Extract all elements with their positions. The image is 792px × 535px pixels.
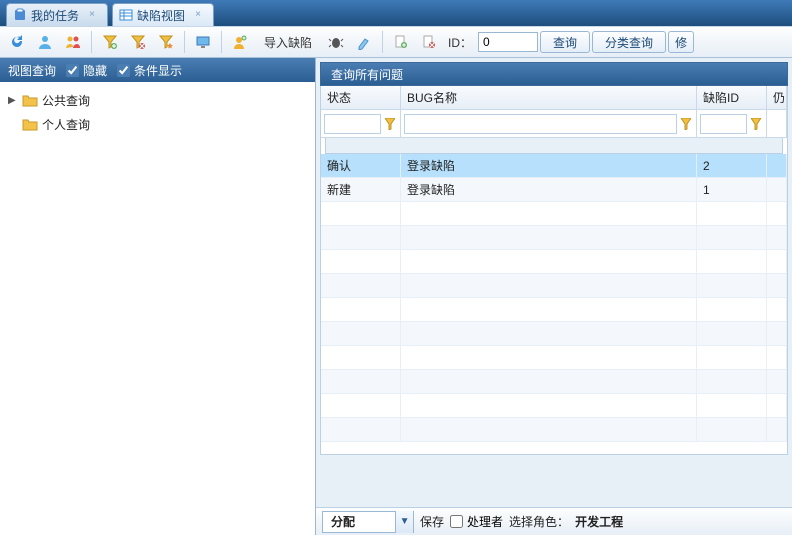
table-row: [321, 226, 787, 250]
grid-body[interactable]: 确认 登录缺陷 2 新建 登录缺陷 1: [321, 154, 787, 454]
funnel-icon[interactable]: [383, 114, 397, 134]
hide-checkbox[interactable]: [66, 64, 79, 77]
bottom-bar: 分配 ▼ 保存 处理者 选择角色： 开发工程: [316, 507, 792, 535]
main-area: 视图查询 隐藏 条件显示 ▶ 公共查询 个人查询: [0, 58, 792, 535]
cell-id: 1: [697, 178, 767, 201]
filter-row: [321, 110, 787, 138]
separator: [382, 31, 383, 53]
bug-button[interactable]: [323, 30, 349, 54]
cell-extra: [767, 154, 787, 177]
folder-icon: [22, 92, 38, 108]
tree-node-label: 个人查询: [42, 116, 90, 133]
tree-node-public-query[interactable]: ▶ 公共查询: [4, 88, 311, 112]
table-row: [321, 346, 787, 370]
cond-text: 条件显示: [134, 62, 182, 79]
toolbar: 导入缺陷 ID： 查询 分类查询 修: [0, 26, 792, 58]
query-button[interactable]: 查询: [540, 31, 590, 53]
cell-name: 登录缺陷: [401, 154, 697, 177]
grid-icon: [119, 8, 133, 22]
close-icon[interactable]: ×: [193, 10, 203, 20]
id-label: ID：: [444, 34, 476, 51]
add-user-button[interactable]: [227, 30, 253, 54]
page-add-button[interactable]: [388, 30, 414, 54]
filter-id-input[interactable]: [700, 114, 747, 134]
left-panel-title: 视图查询: [8, 62, 56, 79]
filter-remove-button[interactable]: [125, 30, 151, 54]
table-row: [321, 418, 787, 442]
table-row: [321, 250, 787, 274]
left-panel-header: 视图查询 隐藏 条件显示: [0, 58, 315, 82]
hide-text: 隐藏: [83, 62, 107, 79]
cond-checkbox[interactable]: [117, 64, 130, 77]
action-combo[interactable]: 分配 ▼: [322, 511, 414, 533]
handler-checkbox-label[interactable]: 处理者: [450, 513, 503, 530]
right-panel: 查询所有问题 状态 BUG名称 缺陷ID 仍: [316, 58, 792, 535]
grid: 状态 BUG名称 缺陷ID 仍: [320, 86, 788, 455]
expand-icon[interactable]: ▶: [8, 95, 18, 106]
table-row: [321, 322, 787, 346]
table-row[interactable]: 新建 登录缺陷 1: [321, 178, 787, 202]
handler-checkbox[interactable]: [450, 515, 463, 528]
table-row: [321, 274, 787, 298]
table-row: [321, 394, 787, 418]
tab-label: 我的任务: [31, 7, 79, 24]
grid-head: 状态 BUG名称 缺陷ID 仍: [321, 86, 787, 110]
col-id-header[interactable]: 缺陷ID: [697, 86, 767, 109]
user-button[interactable]: [32, 30, 58, 54]
filter-status-input[interactable]: [324, 114, 381, 134]
cond-checkbox-label[interactable]: 条件显示: [117, 62, 182, 79]
chevron-down-icon[interactable]: ▼: [395, 511, 413, 533]
import-button[interactable]: 导入缺陷: [255, 30, 321, 54]
save-button[interactable]: 保存: [420, 513, 444, 530]
left-panel: 视图查询 隐藏 条件显示 ▶ 公共查询 个人查询: [0, 58, 316, 535]
separator: [221, 31, 222, 53]
filter-add-button[interactable]: [97, 30, 123, 54]
cell-status: 确认: [321, 154, 401, 177]
separator: [184, 31, 185, 53]
refresh-button[interactable]: [4, 30, 30, 54]
close-icon[interactable]: ×: [87, 10, 97, 20]
id-input[interactable]: [478, 32, 538, 52]
tree-node-label: 公共查询: [42, 92, 90, 109]
handler-text: 处理者: [467, 513, 503, 530]
tab-my-tasks[interactable]: 我的任务 ×: [6, 3, 108, 26]
tree-node-personal-query[interactable]: 个人查询: [4, 112, 311, 136]
tab-defect-view[interactable]: 缺陷视图 ×: [112, 3, 214, 26]
hide-checkbox-label[interactable]: 隐藏: [66, 62, 107, 79]
col-extra-header[interactable]: 仍: [767, 86, 787, 109]
tab-label: 缺陷视图: [137, 7, 185, 24]
grid-gap: [325, 138, 783, 154]
table-row: [321, 202, 787, 226]
brush-button[interactable]: [351, 30, 377, 54]
funnel-icon[interactable]: [749, 114, 763, 134]
users-button[interactable]: [60, 30, 86, 54]
funnel-icon[interactable]: [679, 114, 693, 134]
tab-strip: 我的任务 × 缺陷视图 ×: [0, 0, 792, 26]
folder-icon: [22, 116, 38, 132]
filter-star-button[interactable]: [153, 30, 179, 54]
role-value[interactable]: 开发工程: [575, 513, 623, 530]
col-status-header[interactable]: 状态: [321, 86, 401, 109]
cell-status: 新建: [321, 178, 401, 201]
cell-name: 登录缺陷: [401, 178, 697, 201]
monitor-button[interactable]: [190, 30, 216, 54]
cell-extra: [767, 178, 787, 201]
right-panel-title: 查询所有问题: [331, 66, 403, 83]
cell-id: 2: [697, 154, 767, 177]
table-row: [321, 298, 787, 322]
edit-button[interactable]: 修: [668, 31, 694, 53]
clipboard-icon: [13, 8, 27, 22]
separator: [91, 31, 92, 53]
tree: ▶ 公共查询 个人查询: [0, 82, 315, 535]
table-row: [321, 370, 787, 394]
filter-name-input[interactable]: [404, 114, 677, 134]
category-query-button[interactable]: 分类查询: [592, 31, 666, 53]
role-label: 选择角色：: [509, 513, 569, 530]
action-combo-value: 分配: [323, 513, 395, 530]
col-name-header[interactable]: BUG名称: [401, 86, 697, 109]
right-panel-header: 查询所有问题: [320, 62, 788, 86]
import-label: 导入缺陷: [260, 34, 316, 51]
page-remove-button[interactable]: [416, 30, 442, 54]
table-row[interactable]: 确认 登录缺陷 2: [321, 154, 787, 178]
